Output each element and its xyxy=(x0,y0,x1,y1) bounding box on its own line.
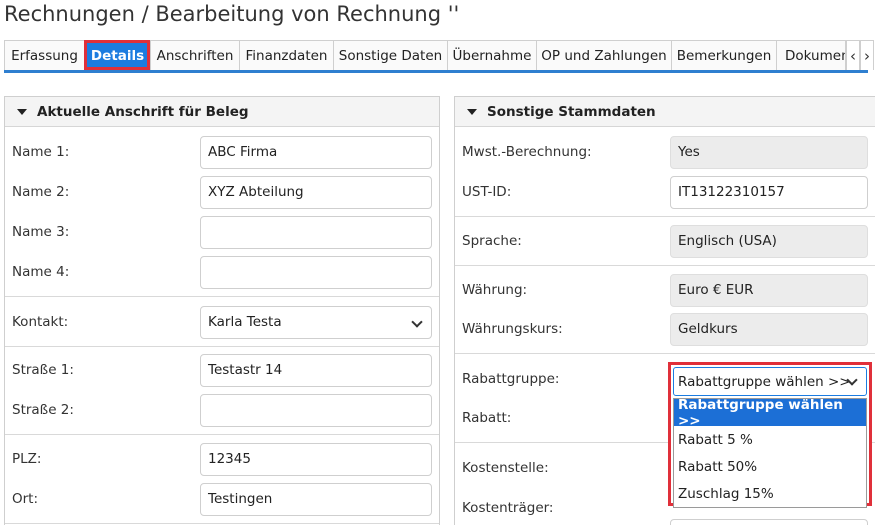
tab-uebernahme[interactable]: Übernahme xyxy=(447,40,536,70)
tab-erfassung[interactable]: Erfassung xyxy=(4,40,84,70)
kostenstelle-label: Kostenstelle: xyxy=(462,460,549,476)
stammdaten-panel-title: Sonstige Stammdaten xyxy=(487,103,656,120)
stammdaten-panel-header[interactable]: Sonstige Stammdaten xyxy=(455,97,875,127)
divider xyxy=(455,353,875,354)
rabatt-label: Rabatt: xyxy=(462,410,512,426)
kontakt-value: Karla Testa xyxy=(208,314,282,330)
sprache-field: Englisch (USA) xyxy=(670,224,868,258)
name2-label: Name 2: xyxy=(12,184,70,200)
option-rabattgruppe-waehlen[interactable]: Rabattgruppe wählen >> xyxy=(674,397,866,429)
rabattgruppe-selected-value: Rabattgruppe wählen >> xyxy=(678,373,851,390)
divider xyxy=(455,265,875,266)
name3-input[interactable] xyxy=(200,215,432,249)
mwst-label: Mwst.-Berechnung: xyxy=(462,144,592,160)
name4-input[interactable] xyxy=(200,255,432,289)
tab-bemerkungen[interactable]: Bemerkungen xyxy=(671,40,776,70)
mwst-field: Yes xyxy=(670,135,868,169)
tab-op-und-zahlungen[interactable]: OP und Zahlungen xyxy=(536,40,671,70)
tab-scroll-right-icon[interactable]: › xyxy=(860,40,874,70)
option-zuschlag-15[interactable]: Zuschlag 15% xyxy=(674,480,866,507)
option-rabatt-50[interactable]: Rabatt 50% xyxy=(674,453,866,480)
strasse1-input[interactable]: Testastr 14 xyxy=(200,353,432,387)
divider xyxy=(5,346,439,347)
rabattgruppe-select[interactable]: Rabattgruppe wählen >> xyxy=(673,367,867,396)
tab-sonstige-daten[interactable]: Sonstige Daten xyxy=(333,40,447,70)
tab-dokumente[interactable]: Dokumente xyxy=(776,40,846,70)
name1-label: Name 1: xyxy=(12,144,70,160)
sprache-label: Sprache: xyxy=(462,233,522,249)
ort-label: Ort: xyxy=(12,491,39,507)
address-panel-title: Aktuelle Anschrift für Beleg xyxy=(37,103,249,120)
rabattgruppe-label: Rabattgruppe: xyxy=(462,371,560,387)
plz-label: PLZ: xyxy=(12,451,42,467)
name4-label: Name 4: xyxy=(12,264,70,280)
kurs-field: Geldkurs xyxy=(670,312,868,346)
divider xyxy=(5,296,439,297)
strasse2-input[interactable] xyxy=(200,393,432,427)
collapse-caret-icon xyxy=(467,108,477,115)
plz-input[interactable]: 12345 xyxy=(200,442,432,476)
name2-input[interactable]: XYZ Abteilung xyxy=(200,175,432,209)
kurs-label: Währungskurs: xyxy=(462,321,563,337)
ustid-label: UST-ID: xyxy=(462,184,512,200)
divider xyxy=(5,434,439,435)
tab-details[interactable]: Details xyxy=(84,40,150,70)
strasse1-label: Straße 1: xyxy=(12,362,74,378)
address-panel: Aktuelle Anschrift für Beleg Name 1: ABC… xyxy=(4,96,440,525)
tab-bar: Erfassung Details Anschriften Finanzdate… xyxy=(4,40,874,73)
waehrung-label: Währung: xyxy=(462,282,528,298)
name3-label: Name 3: xyxy=(12,224,70,240)
tab-finanzdaten[interactable]: Finanzdaten xyxy=(239,40,333,70)
chevron-down-icon xyxy=(411,315,423,328)
option-rabatt-5[interactable]: Rabatt 5 % xyxy=(674,426,866,453)
rabattgruppe-options: Rabattgruppe wählen >> Rabatt 5 % Rabatt… xyxy=(673,397,867,508)
tab-scroll-left-icon[interactable]: ‹ xyxy=(846,40,860,70)
tab-anschriften[interactable]: Anschriften xyxy=(150,40,239,70)
kostentraeger-select[interactable] xyxy=(670,519,868,525)
kontakt-label: Kontakt: xyxy=(12,314,69,330)
strasse2-label: Straße 2: xyxy=(12,402,74,418)
collapse-caret-icon xyxy=(17,108,27,115)
rabattgruppe-dropdown: Rabattgruppe wählen >> Rabattgruppe wähl… xyxy=(668,362,872,508)
page-title: Rechnungen / Bearbeitung von Rechnung '' xyxy=(4,2,460,26)
ort-input[interactable]: Testingen xyxy=(200,482,432,516)
address-panel-header[interactable]: Aktuelle Anschrift für Beleg xyxy=(5,97,439,127)
kontakt-select[interactable]: Karla Testa xyxy=(200,305,432,339)
ustid-input[interactable]: IT13122310157 xyxy=(670,175,868,209)
kostentraeger-label: Kostenträger: xyxy=(462,500,554,516)
divider xyxy=(5,523,439,524)
divider xyxy=(455,216,875,217)
waehrung-field: Euro € EUR xyxy=(670,273,868,307)
name1-input[interactable]: ABC Firma xyxy=(200,135,432,169)
